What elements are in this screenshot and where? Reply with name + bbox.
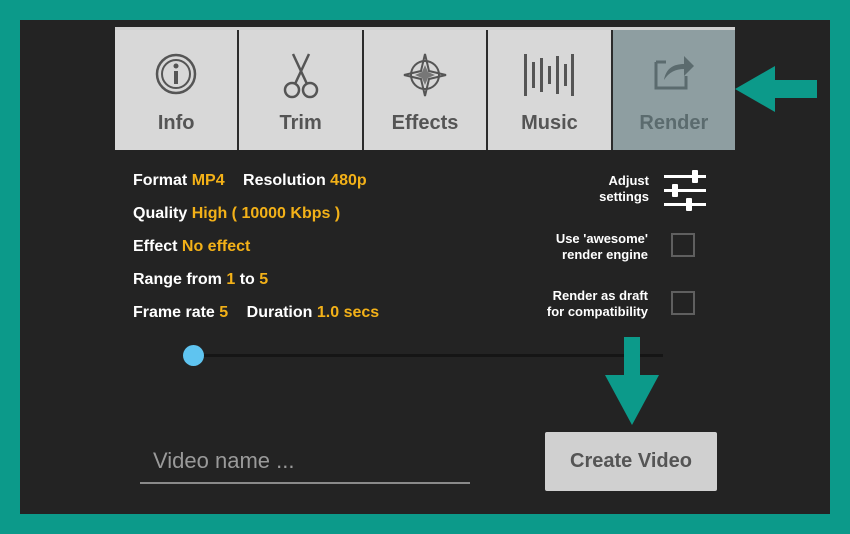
tab-music-label: Music [521, 112, 578, 134]
range-row: Range from 1 to 5 [133, 271, 268, 289]
range-slider-thumb[interactable] [183, 345, 204, 366]
arrow-down-icon [605, 337, 659, 425]
create-video-button[interactable]: Create Video [545, 432, 717, 491]
tab-effects[interactable]: Effects [363, 30, 489, 150]
range-to-label: to [239, 271, 255, 288]
framerate-label: Frame rate [133, 304, 215, 321]
video-name-input[interactable] [140, 440, 470, 484]
tab-render[interactable]: Render [612, 30, 736, 150]
framerate-value: 5 [219, 304, 229, 321]
awesome-engine-checkbox[interactable] [671, 233, 695, 257]
tab-music[interactable]: Music [488, 30, 613, 150]
scissors-icon [283, 53, 318, 99]
format-row: Format MP4 Resolution 480p [133, 172, 367, 190]
format-value: MP4 [191, 172, 225, 189]
render-draft-label: Render as draft for compatibility [546, 288, 648, 319]
info-icon [155, 53, 197, 95]
quality-value: High ( 10000 Kbps ) [191, 205, 341, 222]
resolution-label: Resolution [243, 172, 326, 189]
tab-effects-label: Effects [391, 112, 459, 134]
range-from-value: 1 [226, 271, 236, 288]
tab-render-label: Render [639, 112, 709, 134]
range-slider-track[interactable] [193, 354, 663, 357]
format-label: Format [133, 172, 188, 189]
adjust-settings-label: Adjust settings [599, 173, 649, 204]
music-waveform-icon [524, 54, 575, 96]
tab-bar: Info Trim Effects Music Render [115, 30, 736, 150]
quality-label: Quality [133, 205, 188, 222]
tab-trim-label: Trim [279, 112, 322, 134]
sliders-icon[interactable] [662, 170, 708, 212]
quality-row: Quality High ( 10000 Kbps ) [133, 205, 340, 223]
effect-label: Effect [133, 238, 178, 255]
range-to-value: 5 [259, 271, 269, 288]
render-draft-checkbox[interactable] [671, 291, 695, 315]
share-icon [654, 56, 694, 90]
duration-value: 1.0 secs [316, 304, 380, 321]
effect-row: Effect No effect [133, 238, 250, 256]
effect-value: No effect [181, 238, 251, 255]
range-label: Range from [133, 271, 222, 288]
tab-info-label: Info [157, 112, 195, 134]
resolution-value: 480p [330, 172, 367, 189]
duration-label: Duration [246, 304, 313, 321]
effects-icon [403, 53, 447, 97]
framerate-row: Frame rate 5 Duration 1.0 secs [133, 304, 379, 322]
awesome-engine-label: Use 'awesome' render engine [555, 231, 648, 262]
tab-info[interactable]: Info [115, 30, 240, 150]
arrow-left-icon [735, 66, 817, 112]
tab-trim[interactable]: Trim [239, 30, 364, 150]
